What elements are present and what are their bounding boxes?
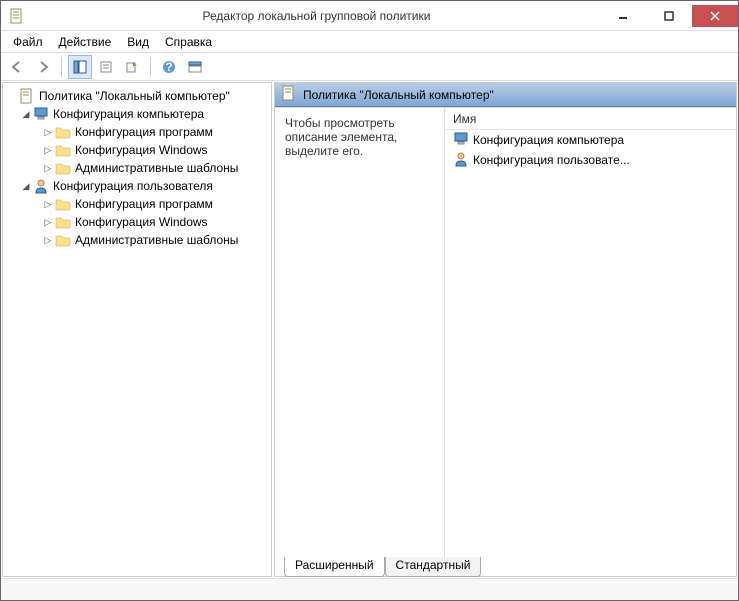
- menu-file[interactable]: Файл: [5, 33, 51, 51]
- menu-view[interactable]: Вид: [119, 33, 157, 51]
- expander-icon[interactable]: ▷: [41, 199, 55, 210]
- window-controls: [600, 5, 738, 27]
- user-icon: [453, 151, 469, 170]
- tree-label: Конфигурация программ: [75, 125, 213, 139]
- expander-icon[interactable]: ◢: [19, 109, 33, 120]
- filter-button[interactable]: [183, 55, 207, 79]
- policy-icon: [19, 88, 35, 104]
- tree-label: Административные шаблоны: [75, 161, 238, 175]
- statusbar: [1, 578, 738, 600]
- expander-icon[interactable]: ▷: [41, 127, 55, 138]
- description-text: Чтобы просмотреть описание элемента, выд…: [285, 116, 434, 158]
- tree-label: Политика "Локальный компьютер": [39, 89, 230, 103]
- tree-user-software[interactable]: ▷ Конфигурация программ: [3, 195, 271, 213]
- view-tabs: Расширенный Стандартный: [284, 557, 481, 577]
- folder-icon: [55, 142, 71, 158]
- properties-button[interactable]: [94, 55, 118, 79]
- computer-icon: [33, 106, 49, 122]
- column-header-name[interactable]: Имя: [445, 108, 736, 130]
- tree-label: Административные шаблоны: [75, 233, 238, 247]
- expander-icon[interactable]: ▷: [41, 235, 55, 246]
- toolbar-separator: [150, 57, 151, 77]
- svg-text:?: ?: [165, 60, 172, 74]
- maximize-button[interactable]: [646, 5, 692, 27]
- menubar: Файл Действие Вид Справка: [1, 31, 738, 53]
- tree-user-admin[interactable]: ▷ Административные шаблоны: [3, 231, 271, 249]
- tree-user-windows[interactable]: ▷ Конфигурация Windows: [3, 213, 271, 231]
- tree-label: Конфигурация Windows: [75, 143, 208, 157]
- tree[interactable]: Политика "Локальный компьютер" ◢ Конфигу…: [3, 87, 271, 249]
- details-header-text: Политика "Локальный компьютер": [303, 88, 494, 102]
- list-item-label: Конфигурация пользовате...: [473, 153, 630, 167]
- expander-icon[interactable]: ▷: [41, 163, 55, 174]
- menu-help[interactable]: Справка: [157, 33, 220, 51]
- help-button[interactable]: ?: [157, 55, 181, 79]
- tree-label: Конфигурация пользователя: [53, 179, 213, 193]
- folder-icon: [55, 124, 71, 140]
- folder-icon: [55, 160, 71, 176]
- forward-button[interactable]: [31, 55, 55, 79]
- toolbar-separator: [61, 57, 62, 77]
- folder-icon: [55, 214, 71, 230]
- tab-extended[interactable]: Расширенный: [284, 557, 385, 577]
- show-tree-button[interactable]: [68, 55, 92, 79]
- tree-user-config[interactable]: ◢ Конфигурация пользователя: [3, 177, 271, 195]
- expander-icon[interactable]: ◢: [19, 181, 33, 192]
- list-item-user-config[interactable]: Конфигурация пользовате...: [445, 150, 736, 170]
- menu-action[interactable]: Действие: [51, 33, 120, 51]
- details-pane: Политика "Локальный компьютер" Чтобы про…: [274, 82, 737, 577]
- minimize-button[interactable]: [600, 5, 646, 27]
- tree-comp-windows[interactable]: ▷ Конфигурация Windows: [3, 141, 271, 159]
- tree-comp-software[interactable]: ▷ Конфигурация программ: [3, 123, 271, 141]
- close-button[interactable]: [692, 5, 738, 27]
- tree-pane: Политика "Локальный компьютер" ◢ Конфигу…: [2, 82, 272, 577]
- details-header: Политика "Локальный компьютер": [275, 83, 736, 107]
- list-item-label: Конфигурация компьютера: [473, 133, 624, 147]
- tree-label: Конфигурация Windows: [75, 215, 208, 229]
- folder-icon: [55, 232, 71, 248]
- titlebar: Редактор локальной групповой политики: [1, 1, 738, 31]
- toolbar: ?: [1, 53, 738, 81]
- expander-icon[interactable]: ▷: [41, 217, 55, 228]
- list-item-computer-config[interactable]: Конфигурация компьютера: [445, 130, 736, 150]
- tree-root[interactable]: Политика "Локальный компьютер": [3, 87, 271, 105]
- content-area: Политика "Локальный компьютер" ◢ Конфигу…: [1, 81, 738, 578]
- expander-icon[interactable]: ▷: [41, 145, 55, 156]
- tree-label: Конфигурация компьютера: [53, 107, 204, 121]
- folder-icon: [55, 196, 71, 212]
- details-body: Чтобы просмотреть описание элемента, выд…: [275, 107, 736, 576]
- window-title: Редактор локальной групповой политики: [33, 9, 600, 23]
- tree-computer-config[interactable]: ◢ Конфигурация компьютера: [3, 105, 271, 123]
- user-icon: [33, 178, 49, 194]
- tree-label: Конфигурация программ: [75, 197, 213, 211]
- tree-comp-admin[interactable]: ▷ Административные шаблоны: [3, 159, 271, 177]
- policy-icon: [281, 85, 297, 104]
- list-column: Имя Конфигурация компьютера Конфигурация…: [445, 108, 736, 576]
- tab-standard[interactable]: Стандартный: [385, 557, 482, 577]
- description-column: Чтобы просмотреть описание элемента, выд…: [275, 108, 445, 576]
- back-button[interactable]: [5, 55, 29, 79]
- computer-icon: [453, 131, 469, 150]
- app-icon: [9, 8, 25, 24]
- export-button[interactable]: [120, 55, 144, 79]
